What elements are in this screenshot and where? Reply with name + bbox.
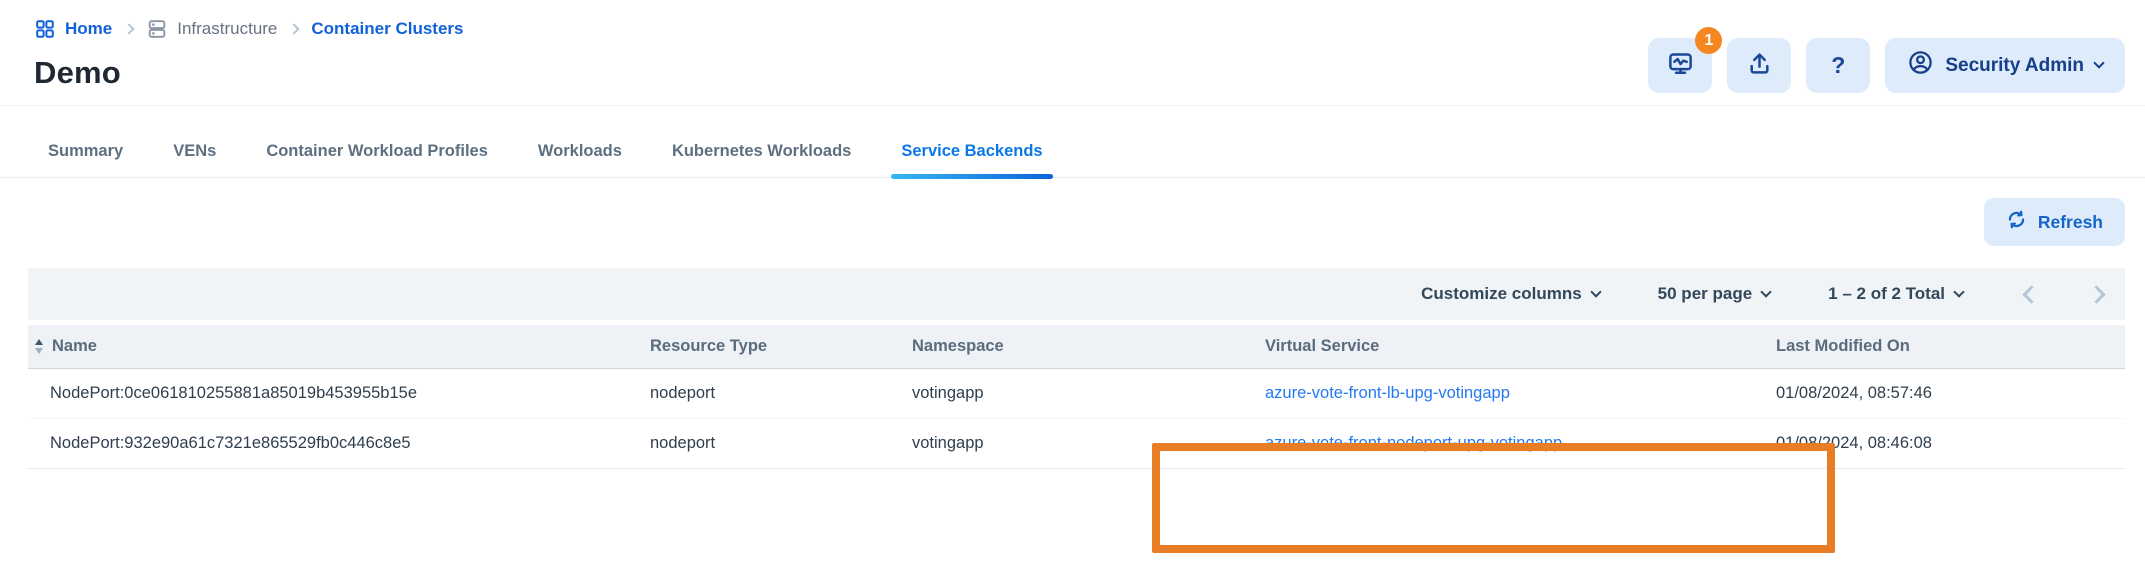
sort-icon	[35, 339, 43, 354]
cell-resource-type: nodeport	[650, 384, 912, 403]
breadcrumb-infrastructure-label: Infrastructure	[177, 19, 277, 39]
breadcrumb-container-clusters-label: Container Clusters	[311, 19, 463, 39]
upload-icon	[1747, 51, 1772, 81]
notification-badge: 1	[1695, 27, 1722, 54]
column-header-virtual-service: Virtual Service	[1265, 337, 1776, 356]
column-header-name[interactable]: Name	[28, 337, 650, 356]
pagination	[2025, 288, 2103, 301]
user-menu-button[interactable]: Security Admin	[1885, 38, 2125, 93]
grid-icon	[34, 18, 56, 40]
customize-columns-dropdown[interactable]: Customize columns	[1421, 284, 1600, 304]
virtual-service-link[interactable]: azure-vote-front-nodeport-upg-votingapp	[1265, 434, 1562, 452]
tab-workloads[interactable]: Workloads	[528, 142, 632, 177]
monitor-icon	[1667, 50, 1694, 82]
table-toolbar: Customize columns 50 per page 1 – 2 of 2…	[28, 268, 2125, 320]
table-row: NodePort:0ce061810255881a85019b453955b15…	[28, 369, 2125, 419]
tab-vens[interactable]: VENs	[163, 142, 226, 177]
cell-name: NodePort:0ce061810255881a85019b453955b15…	[28, 384, 650, 403]
tab-summary[interactable]: Summary	[38, 142, 133, 177]
question-mark-icon: ?	[1831, 52, 1845, 79]
user-menu-label: Security Admin	[1945, 55, 2084, 77]
refresh-row: Refresh	[0, 178, 2145, 268]
refresh-label: Refresh	[2038, 212, 2103, 233]
virtual-service-link[interactable]: azure-vote-front-lb-upg-votingapp	[1265, 384, 1510, 402]
table-header-row: Name Resource Type Namespace Virtual Ser…	[28, 325, 2125, 369]
chevron-right-icon	[124, 23, 135, 34]
total-count-label: 1 – 2 of 2 Total	[1828, 284, 1945, 304]
chevron-down-icon	[1590, 286, 1601, 297]
chevron-right-icon	[289, 23, 300, 34]
per-page-label: 50 per page	[1658, 284, 1753, 304]
refresh-icon	[2006, 209, 2027, 235]
page-previous-icon[interactable]	[2022, 285, 2040, 303]
cell-name: NodePort:932e90a61c7321e865529fb0c446c8e…	[28, 434, 650, 453]
tab-bar: Summary VENs Container Workload Profiles…	[0, 106, 2145, 178]
breadcrumb-home-label: Home	[65, 19, 112, 39]
breadcrumb-container-clusters-link[interactable]: Container Clusters	[311, 19, 463, 39]
cell-namespace: votingapp	[912, 384, 1265, 403]
total-count-dropdown[interactable]: 1 – 2 of 2 Total	[1828, 284, 1963, 304]
column-header-last-modified-on: Last Modified On	[1776, 337, 2125, 356]
column-header-name-label: Name	[52, 337, 97, 356]
chevron-down-icon	[2093, 57, 2104, 68]
cell-resource-type: nodeport	[650, 434, 912, 453]
monitor-status-button[interactable]: 1	[1648, 38, 1712, 93]
user-circle-icon	[1907, 49, 1934, 82]
header-actions: 1 ? Security Admin	[1648, 38, 2125, 93]
refresh-button[interactable]: Refresh	[1984, 198, 2125, 246]
page-next-icon[interactable]	[2087, 285, 2105, 303]
cell-last-modified-on: 01/08/2024, 08:46:08	[1776, 434, 2125, 453]
chevron-down-icon	[1953, 286, 1964, 297]
export-button[interactable]	[1727, 38, 1791, 93]
table-row: NodePort:932e90a61c7321e865529fb0c446c8e…	[28, 419, 2125, 469]
breadcrumb-home-link[interactable]: Home	[34, 18, 112, 40]
container-clusters-page: Home Infrastructure Container Clusters D…	[0, 0, 2145, 588]
servers-icon	[146, 18, 168, 40]
tab-service-backends[interactable]: Service Backends	[891, 142, 1052, 177]
chevron-down-icon	[1761, 286, 1772, 297]
help-button[interactable]: ?	[1806, 38, 1870, 93]
cell-namespace: votingapp	[912, 434, 1265, 453]
column-header-namespace: Namespace	[912, 337, 1265, 356]
customize-columns-label: Customize columns	[1421, 284, 1582, 304]
column-header-resource-type: Resource Type	[650, 337, 912, 356]
tab-container-workload-profiles[interactable]: Container Workload Profiles	[256, 142, 498, 177]
tab-kubernetes-workloads[interactable]: Kubernetes Workloads	[662, 142, 861, 177]
breadcrumb-infrastructure-link[interactable]: Infrastructure	[146, 18, 277, 40]
cell-last-modified-on: 01/08/2024, 08:57:46	[1776, 384, 2125, 403]
per-page-dropdown[interactable]: 50 per page	[1658, 284, 1771, 304]
